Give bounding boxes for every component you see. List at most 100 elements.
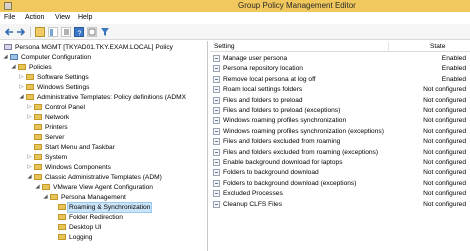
table-row[interactable]: Remove local persona at log off Enabled xyxy=(210,75,470,84)
menu-help[interactable]: Help xyxy=(78,14,92,21)
menu-action[interactable]: Action xyxy=(25,14,44,21)
policy-setting-icon xyxy=(213,86,220,94)
folder-icon xyxy=(18,64,26,70)
setting-name: Cleanup CLFS Files xyxy=(223,200,283,208)
table-row[interactable]: Files and folders excluded from roaming N… xyxy=(210,137,470,146)
filter-icon[interactable] xyxy=(100,27,110,37)
table-row[interactable]: Files and folders to preload Not configur… xyxy=(210,96,470,105)
folder-icon xyxy=(58,204,66,210)
app-icon xyxy=(4,2,12,10)
folder-icon xyxy=(34,114,42,120)
table-row[interactable]: Persona repository location Enabled xyxy=(210,64,470,73)
collapsed-arrow-icon[interactable]: ▷ xyxy=(26,113,33,122)
table-row[interactable]: Windows roaming profiles synchronization… xyxy=(210,116,470,125)
policy-icon xyxy=(4,44,12,50)
collapsed-arrow-icon[interactable]: ▷ xyxy=(26,153,33,162)
forward-icon[interactable] xyxy=(16,27,26,37)
menu-view[interactable]: View xyxy=(55,14,70,21)
collapsed-arrow-icon[interactable]: ▷ xyxy=(18,73,25,82)
setting-name: Files and folders excluded from roaming … xyxy=(223,148,379,156)
title-bar: Group Policy Management Editor xyxy=(0,0,470,12)
folder-icon xyxy=(58,224,66,230)
expanded-arrow-icon[interactable]: ◢ xyxy=(34,183,41,192)
setting-name: Roam local settings folders xyxy=(223,86,303,94)
folder-icon xyxy=(42,184,50,190)
table-row[interactable]: Excluded Processes Not configured xyxy=(210,189,470,198)
properties-icon[interactable] xyxy=(61,27,71,37)
table-row[interactable]: Files and folders to preload (exceptions… xyxy=(210,106,470,115)
column-divider[interactable] xyxy=(388,42,389,51)
setting-name: Folders to background download xyxy=(223,169,319,177)
folder-icon xyxy=(26,74,34,80)
policy-setting-icon xyxy=(213,65,220,73)
list-header: Setting State xyxy=(210,41,470,52)
setting-name: Manage user persona xyxy=(223,55,288,62)
menu-file[interactable]: File xyxy=(4,14,15,21)
collapsed-arrow-icon[interactable]: ▷ xyxy=(18,83,25,92)
setting-state: Not configured xyxy=(423,200,466,208)
tree-pane: Persona MGMT [TKYAD01.TKY.EXAM.LOCAL] Po… xyxy=(0,41,208,251)
policy-setting-icon xyxy=(213,117,220,125)
computer-icon xyxy=(10,54,18,60)
setting-state: Enabled xyxy=(441,75,466,83)
setting-state: Not configured xyxy=(423,86,466,94)
setting-name: Enable background download for laptops xyxy=(223,159,343,166)
setting-name: Files and folders excluded from roaming xyxy=(223,138,341,146)
policy-setting-icon xyxy=(213,96,220,104)
folder-icon xyxy=(26,94,34,100)
column-header-state[interactable]: State xyxy=(430,43,445,50)
setting-state: Not configured xyxy=(423,148,466,156)
setting-name: Files and folders to preload xyxy=(223,96,303,104)
expanded-arrow-icon[interactable]: ◢ xyxy=(26,173,33,182)
show-hide-tree-icon[interactable] xyxy=(48,27,58,37)
setting-name: Files and folders to preload (exceptions… xyxy=(223,107,341,114)
back-icon[interactable] xyxy=(4,27,14,37)
folder-icon xyxy=(58,234,66,240)
policy-setting-icon xyxy=(213,138,220,146)
table-row[interactable]: Windows roaming profiles synchronization… xyxy=(210,127,470,136)
table-row[interactable]: Roam local settings folders Not configure… xyxy=(210,85,470,94)
policy-setting-icon xyxy=(213,55,220,62)
policy-setting-icon xyxy=(213,200,220,208)
folder-icon xyxy=(26,84,34,90)
table-row[interactable]: Folders to background download Not config… xyxy=(210,168,470,177)
folder-icon xyxy=(34,164,42,170)
table-row[interactable]: Files and folders excluded from roaming … xyxy=(210,148,470,157)
table-row[interactable]: Folders to background download (exceptio… xyxy=(210,179,470,188)
policy-setting-icon xyxy=(213,169,220,177)
table-row[interactable]: Enable background download for laptops No… xyxy=(210,158,470,167)
expanded-arrow-icon[interactable]: ◢ xyxy=(42,193,49,202)
setting-state: Not configured xyxy=(423,117,466,125)
folder-icon xyxy=(34,134,42,140)
setting-state: Not configured xyxy=(423,159,466,166)
setting-state: Not configured xyxy=(423,107,466,114)
policy-setting-icon xyxy=(213,179,220,187)
folder-icon xyxy=(34,124,42,130)
folder-icon xyxy=(34,154,42,160)
setting-state: Not configured xyxy=(423,127,466,135)
expanded-arrow-icon[interactable]: ◢ xyxy=(2,53,9,62)
collapsed-arrow-icon[interactable]: ▷ xyxy=(26,103,33,112)
collapsed-arrow-icon[interactable]: ▷ xyxy=(26,163,33,172)
console-view-icon[interactable] xyxy=(87,27,97,37)
help-icon[interactable]: ? xyxy=(74,27,84,38)
window-title: Group Policy Management Editor xyxy=(238,1,356,10)
table-row[interactable]: Cleanup CLFS Files Not configured xyxy=(210,200,470,209)
policy-setting-icon xyxy=(213,190,220,198)
expanded-arrow-icon[interactable]: ◢ xyxy=(10,63,17,72)
setting-state: Not configured xyxy=(423,179,466,187)
expanded-arrow-icon[interactable]: ◢ xyxy=(18,93,25,102)
svg-text:?: ? xyxy=(78,31,82,38)
table-row[interactable]: Manage user persona Enabled xyxy=(210,54,470,63)
column-header-setting[interactable]: Setting xyxy=(214,43,235,50)
folder-icon xyxy=(34,104,42,110)
settings-list-pane: Setting State Manage user persona Enabled… xyxy=(210,41,470,251)
policy-setting-icon xyxy=(213,107,220,114)
setting-state: Not configured xyxy=(423,96,466,104)
folder-icon xyxy=(34,144,42,150)
setting-state: Not configured xyxy=(423,169,466,177)
folder-icon xyxy=(50,194,58,200)
folder-up-icon[interactable] xyxy=(35,27,45,37)
setting-name: Persona repository location xyxy=(223,65,303,73)
setting-state: Not configured xyxy=(423,138,466,146)
